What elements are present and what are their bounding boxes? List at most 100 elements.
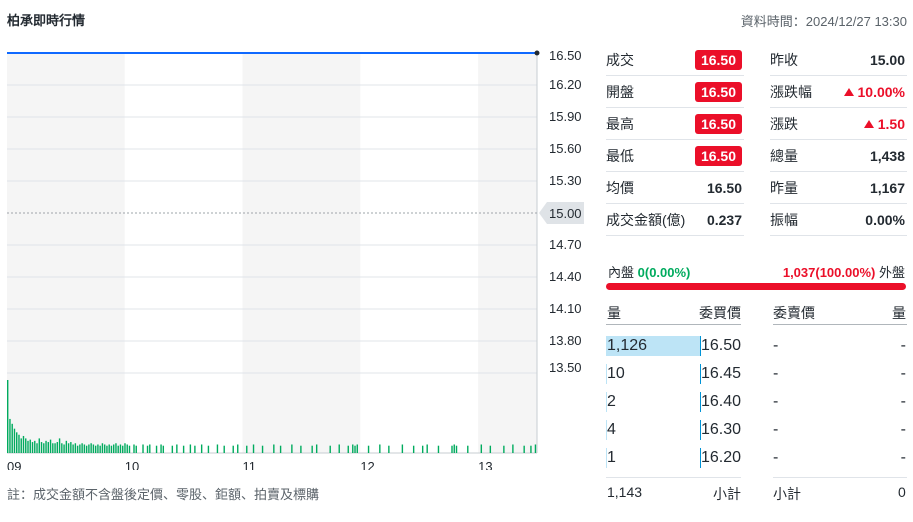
bid-subtotal-label: 小計: [713, 486, 741, 502]
volume-bar: [176, 444, 178, 453]
stat-row: 成交金額(億) 0.237 振幅 0.00%: [606, 204, 907, 236]
volume-bar: [58, 438, 61, 453]
volume-bar: [534, 444, 537, 453]
volume-bar: [103, 444, 106, 453]
stat-value: 10.00%: [843, 84, 905, 100]
ask-price: -: [773, 393, 779, 410]
bid-volume-text: 4: [607, 421, 616, 438]
stat-cell: 開盤 16.50: [606, 76, 744, 108]
bid-price: 16.45: [700, 364, 742, 384]
volume-bar: [194, 445, 196, 453]
volume-bar: [45, 440, 47, 453]
reference-price-label: 15.00: [549, 206, 582, 221]
ask-footer-divider: [773, 477, 907, 478]
bid-volume: 10: [606, 364, 700, 384]
volume-bar: [252, 444, 255, 453]
price-tick: 13.80: [549, 333, 582, 348]
stat-label: 最低: [606, 147, 634, 164]
stat-label: 昨收: [770, 51, 798, 68]
bid-volume: 1: [606, 448, 700, 468]
volume-bar: [232, 445, 234, 453]
hour-band: [242, 53, 361, 453]
hour-band: [124, 53, 243, 453]
volume-bar: [426, 444, 428, 453]
volume-bar: [149, 444, 151, 453]
volume-bar: [279, 445, 282, 453]
volume-bar: [67, 443, 70, 453]
volume-bar: [300, 445, 302, 453]
bid-price: 16.20: [700, 448, 742, 468]
volume-bar: [99, 445, 101, 453]
volume-bar: [160, 444, 162, 453]
data-time: 資料時間：2024/12/27 13:30: [740, 14, 907, 29]
ask-header-divider: [773, 324, 907, 325]
stat-cell: 均價 16.50: [606, 172, 744, 204]
price-tick: 16.20: [549, 77, 582, 92]
ask-price: -: [773, 365, 779, 382]
volume-bar: [354, 445, 356, 453]
volume-bar: [237, 444, 239, 453]
stat-label: 開盤: [606, 83, 634, 100]
volume-bar: [72, 444, 74, 453]
volume-bar: [117, 445, 119, 453]
ask-volume-header: 量: [892, 305, 906, 321]
volume-bar: [126, 444, 128, 453]
volume-bar: [135, 445, 137, 453]
stat-value: 16.50: [694, 145, 742, 166]
bid-volume-text: 1: [607, 449, 616, 466]
volume-bar: [34, 440, 36, 453]
volume-bar: [74, 443, 77, 453]
volume-bar: [155, 445, 158, 453]
volume-bar: [261, 445, 264, 453]
volume-bar: [453, 444, 455, 453]
stat-value: 1.50: [863, 116, 905, 132]
volume-bar: [49, 439, 52, 453]
stat-label: 漲跌: [770, 115, 798, 132]
volume-bar: [315, 444, 318, 453]
ask-price: -: [773, 449, 779, 466]
ask-price: -: [773, 337, 779, 354]
volume-bar: [94, 445, 97, 453]
bid-volume-text: 1,126: [607, 337, 648, 354]
volume-bar: [356, 444, 358, 453]
stat-value: 1,438: [869, 147, 905, 164]
volume-bar: [25, 438, 27, 453]
footnote: 註：成交金額不含盤後定價、零股、鉅額、拍賣及標購: [7, 487, 320, 502]
volume-bar: [29, 439, 31, 453]
volume-bar: [352, 444, 354, 453]
volume-bar: [81, 443, 83, 453]
bid-volume: 1,126: [606, 336, 700, 356]
volume-bar: [388, 445, 390, 453]
volume-bar: [110, 445, 113, 453]
outer-label: 外盤: [878, 265, 905, 280]
volume-bar: [115, 443, 117, 453]
volume-bar: [7, 380, 9, 453]
time-tick: 13: [478, 459, 492, 470]
volume-bar: [101, 443, 104, 453]
volume-bar: [97, 444, 99, 453]
volume-bar: [273, 444, 275, 453]
bid-price: 16.30: [700, 420, 742, 440]
price-tick: 14.40: [549, 269, 582, 284]
stat-value: 16.50: [694, 49, 742, 70]
volume-bar: [338, 444, 340, 453]
stat-value: 1,167: [869, 179, 905, 196]
bid-volume-header: 量: [607, 305, 621, 321]
volume-bar: [200, 444, 203, 453]
time-tick: 12: [360, 459, 374, 470]
bid-price-header: 委買價: [699, 305, 741, 321]
price-tick: 14.70: [549, 237, 582, 252]
outer-value: 1,037(100.00%): [782, 265, 876, 280]
inner-outer-bar: [606, 283, 906, 290]
bid-volume-text: 10: [607, 365, 625, 382]
price-tick: 13.50: [549, 360, 582, 375]
last-price-dot: [534, 50, 540, 56]
volume-bar: [63, 444, 65, 453]
inner-label: 內盤: [608, 265, 635, 280]
volume-bar: [106, 445, 108, 453]
stat-label: 昨量: [770, 179, 798, 196]
volume-bar: [13, 428, 16, 453]
time-tick: 10: [125, 459, 139, 470]
volume-bar: [90, 443, 92, 453]
ask-price-header: 委賣價: [773, 305, 815, 321]
